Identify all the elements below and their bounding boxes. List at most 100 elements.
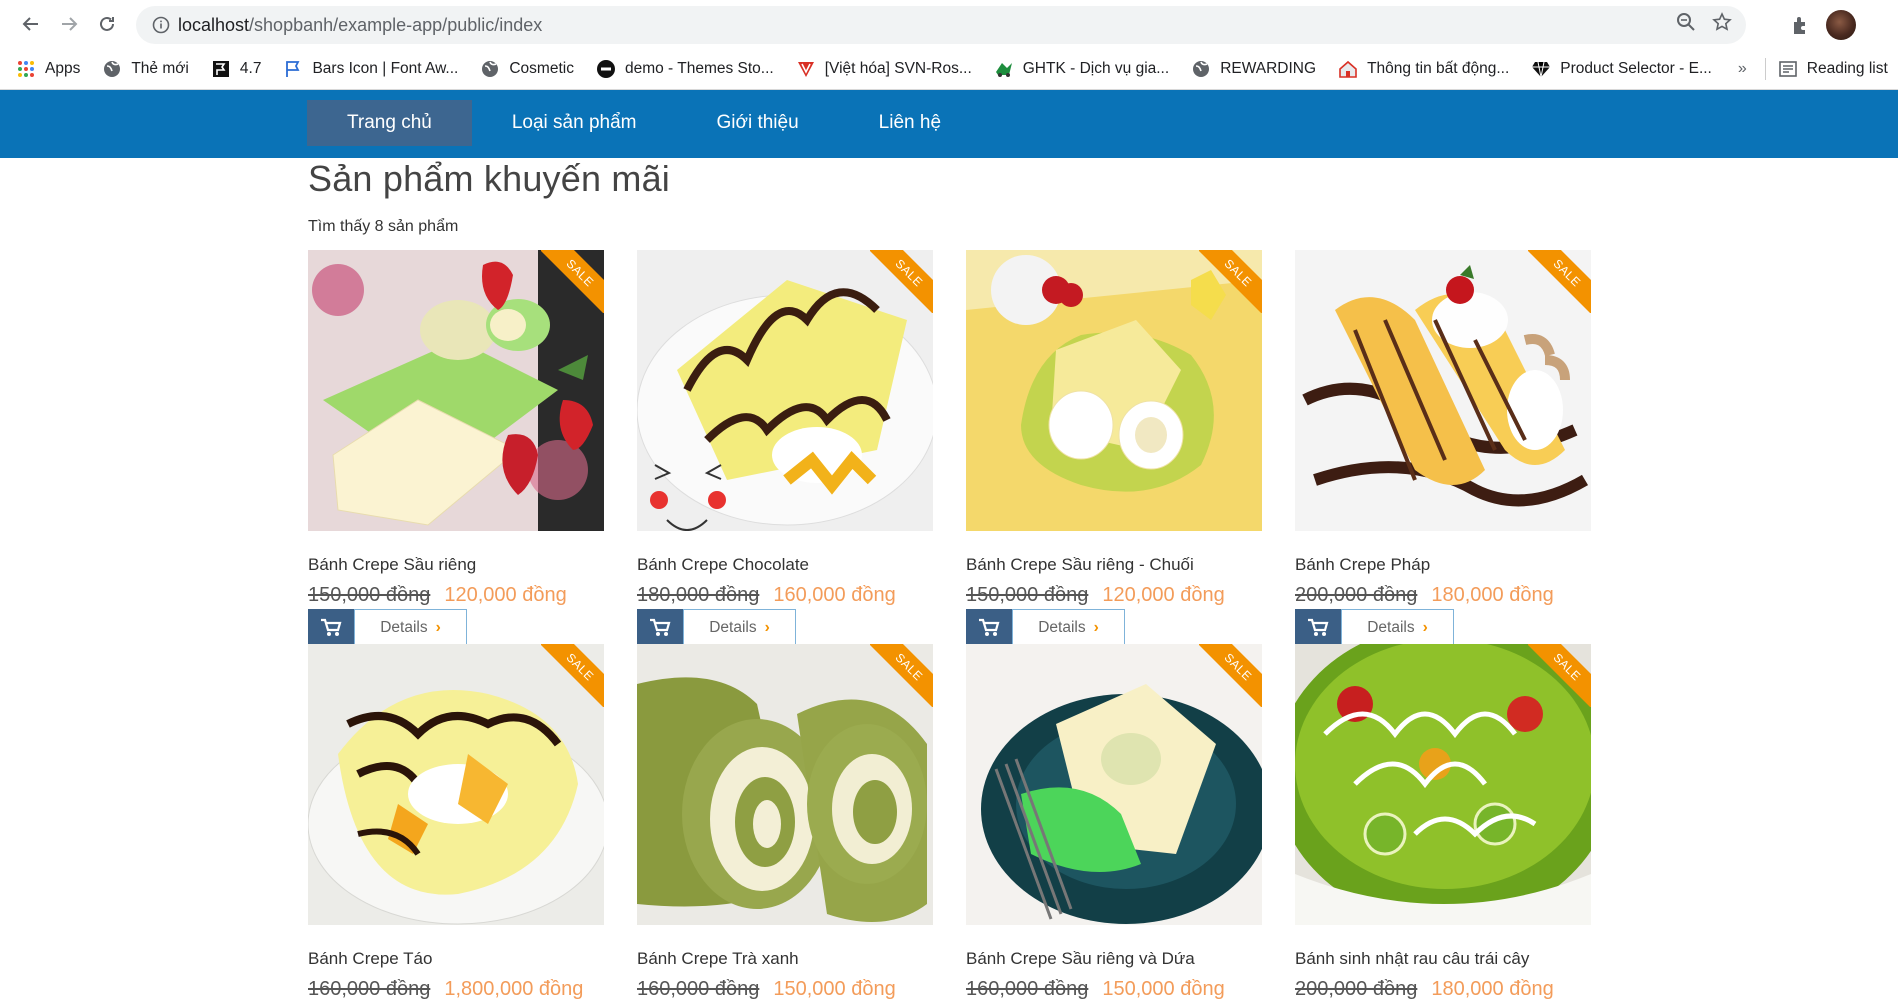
- bookmarks-bar: Apps Thẻ mới 4.7 Bars Icon | Font Aw... …: [0, 48, 1898, 90]
- sale-label: SALE: [870, 250, 933, 313]
- product-name[interactable]: Bánh Crepe Chocolate: [637, 555, 933, 575]
- sale-label: SALE: [1199, 644, 1262, 707]
- diamond-icon: [1531, 59, 1551, 79]
- forward-button[interactable]: [52, 7, 86, 41]
- product-image[interactable]: SALE: [637, 250, 933, 531]
- product-card: SALE Bánh sinh nhật rau câu trái cây 200…: [1295, 644, 1591, 1001]
- bookmark-cosmetic[interactable]: Cosmetic: [480, 59, 574, 79]
- product-card: SALE Bánh Crepe Sầu riêng - Chuối 150,00…: [966, 250, 1262, 647]
- details-label: Details: [380, 619, 428, 636]
- sale-ribbon: SALE: [1528, 250, 1591, 313]
- old-price: 200,000 đồng: [1295, 978, 1418, 1000]
- product-image[interactable]: SALE: [966, 644, 1262, 925]
- product-image[interactable]: SALE: [637, 644, 933, 925]
- extensions-puzzle-icon[interactable]: [1790, 14, 1812, 36]
- product-actions: Details ›: [308, 609, 604, 647]
- bookmark-bars-icon[interactable]: Bars Icon | Font Aw...: [283, 59, 458, 79]
- bookmark-thong-tin[interactable]: Thông tin bất động...: [1338, 59, 1509, 79]
- sale-price: 120,000 đồng: [444, 584, 567, 606]
- bookmark-label: Thông tin bất động...: [1367, 60, 1510, 77]
- product-actions: Details ›: [966, 609, 1262, 647]
- product-name[interactable]: Bánh Crepe Trà xanh: [637, 949, 933, 969]
- sale-label: SALE: [541, 250, 604, 313]
- bookmark-label: REWARDING: [1220, 60, 1317, 77]
- reload-button[interactable]: [90, 7, 124, 41]
- add-to-cart-button[interactable]: [1295, 609, 1341, 647]
- bookmarks-separator: [1764, 58, 1766, 80]
- product-actions: Details ›: [637, 609, 933, 647]
- old-price: 150,000 đồng: [966, 584, 1089, 606]
- details-button[interactable]: Details ›: [354, 609, 467, 647]
- product-name[interactable]: Bánh Crepe Sầu riêng: [308, 555, 604, 575]
- bookmark-new-tab[interactable]: Thẻ mới: [102, 59, 189, 79]
- sale-price: 180,000 đồng: [1431, 584, 1554, 606]
- sale-ribbon: SALE: [541, 644, 604, 707]
- product-name[interactable]: Bánh Crepe Pháp: [1295, 555, 1591, 575]
- add-to-cart-button[interactable]: [966, 609, 1012, 647]
- reading-list-label: Reading list: [1806, 60, 1888, 77]
- sale-price: 160,000 đồng: [773, 584, 896, 606]
- bookmark-label: Product Selector - E...: [1560, 60, 1712, 77]
- bookmark-4-7[interactable]: 4.7: [211, 59, 262, 79]
- bookmarks-more-button[interactable]: »: [1738, 60, 1747, 78]
- site-info-icon[interactable]: [144, 16, 178, 34]
- chevron-right-icon: ›: [1422, 619, 1428, 636]
- product-image[interactable]: SALE: [308, 250, 604, 531]
- house-icon: [1338, 59, 1358, 79]
- add-to-cart-button[interactable]: [308, 609, 354, 647]
- product-name[interactable]: Bánh Crepe Sầu riêng - Chuối: [966, 555, 1262, 575]
- menu-item-home[interactable]: Trang chủ: [307, 100, 472, 146]
- sale-label: SALE: [1528, 644, 1591, 707]
- sale-label: SALE: [870, 644, 933, 707]
- add-to-cart-button[interactable]: [637, 609, 683, 647]
- url-text: localhost/shopbanh/example-app/public/in…: [178, 15, 542, 36]
- bookmark-viet-hoa[interactable]: [Việt hóa] SVN-Ros...: [796, 59, 972, 79]
- bookmark-rewarding[interactable]: REWARDING: [1191, 59, 1316, 79]
- product-actions: Details ›: [1295, 609, 1591, 647]
- product-prices: 180,000 đồng 160,000 đồng: [637, 584, 933, 607]
- bookmark-product-selector[interactable]: Product Selector - E...: [1531, 59, 1712, 79]
- product-image[interactable]: SALE: [308, 644, 604, 925]
- product-image[interactable]: SALE: [1295, 644, 1591, 925]
- bookmark-ghtk[interactable]: GHTK - Dịch vụ gia...: [994, 59, 1169, 79]
- product-image[interactable]: SALE: [966, 250, 1262, 531]
- ghtk-icon: [994, 59, 1014, 79]
- bookmark-demo-themes[interactable]: demo - Themes Sto...: [596, 59, 774, 79]
- sale-ribbon: SALE: [1528, 644, 1591, 707]
- product-prices: 150,000 đồng 120,000 đồng: [966, 584, 1262, 607]
- product-name[interactable]: Bánh Crepe Sầu riêng và Dứa: [966, 949, 1262, 969]
- sale-label: SALE: [1199, 250, 1262, 313]
- menu-item-contact[interactable]: Liên hệ: [839, 100, 981, 146]
- old-price: 180,000 đồng: [637, 584, 760, 606]
- menu-item-product-types[interactable]: Loại sản phẩm: [472, 100, 677, 146]
- bookmark-label: Thẻ mới: [131, 60, 189, 77]
- bookmark-apps[interactable]: Apps: [16, 59, 80, 79]
- cart-icon: [1308, 618, 1329, 636]
- back-arrow-icon: [22, 17, 38, 31]
- old-price: 160,000 đồng: [966, 978, 1089, 1000]
- zoom-icon[interactable]: [1676, 12, 1696, 32]
- main-content: Sản phẩm khuyến mãi Tìm thấy 8 sản phẩm: [308, 158, 1608, 236]
- bookmark-star-icon[interactable]: [1712, 12, 1732, 32]
- reading-list-button[interactable]: Reading list: [1778, 59, 1888, 79]
- product-card: SALE Bánh Crepe Trà xanh 160,000 đồng 150…: [637, 644, 933, 1001]
- back-button[interactable]: [14, 7, 48, 41]
- product-name[interactable]: Bánh Crepe Táo: [308, 949, 604, 969]
- details-button[interactable]: Details ›: [1341, 609, 1454, 647]
- product-prices: 200,000 đồng 180,000 đồng: [1295, 584, 1591, 607]
- details-button[interactable]: Details ›: [683, 609, 796, 647]
- sale-price: 120,000 đồng: [1102, 584, 1225, 606]
- profile-avatar[interactable]: [1826, 10, 1856, 40]
- sale-ribbon: SALE: [1199, 644, 1262, 707]
- product-card: SALE Bánh Crepe Pháp 200,000 đồng 180,000…: [1295, 250, 1591, 647]
- old-price: 200,000 đồng: [1295, 584, 1418, 606]
- details-button[interactable]: Details ›: [1012, 609, 1125, 647]
- product-image[interactable]: SALE: [1295, 250, 1591, 531]
- bookmark-label: 4.7: [239, 60, 262, 77]
- address-bar[interactable]: localhost/shopbanh/example-app/public/in…: [136, 6, 1746, 44]
- sale-ribbon: SALE: [870, 644, 933, 707]
- product-name[interactable]: Bánh sinh nhật rau câu trái cây: [1295, 949, 1591, 969]
- cart-icon: [650, 618, 671, 636]
- menu-item-about[interactable]: Giới thiệu: [677, 100, 839, 146]
- globe-icon: [102, 59, 122, 79]
